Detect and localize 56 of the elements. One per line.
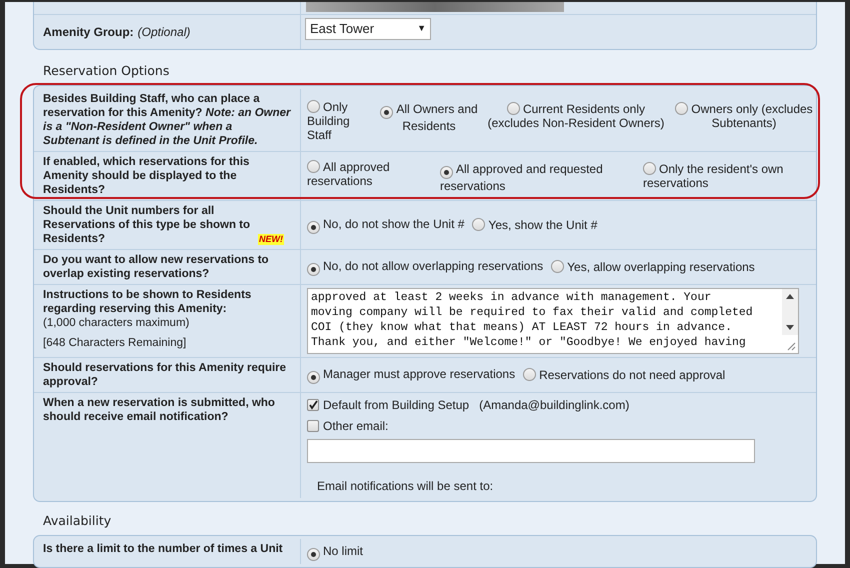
radio-option[interactable]: All Owners and Residents [380, 100, 478, 133]
section-heading: Reservation Options [42, 62, 170, 80]
radio-option[interactable]: No limit [307, 542, 364, 560]
instructions-textarea[interactable]: approved at least 2 weeks in advance with management. Your moving company will be required to fax their valid and completed COI (they know what that means) AT LEAST 72 hours in advance. Thank you, and either "Welcome!" or "Goodbye! We enjoyed having [307, 288, 799, 354]
checkbox-option[interactable]: Default from Building Setup (Amanda@buildinglink.com) [307, 396, 755, 414]
radio-button[interactable] [307, 263, 320, 276]
resize-grip-icon[interactable] [787, 342, 796, 351]
question-label: Should the Unit numbers for all Reservations of this type be shown to Residents? [43, 204, 252, 246]
note-text: (1,000 characters maximum) [43, 316, 190, 330]
radio-option[interactable]: Owners only (excludes Subtenants) [674, 100, 814, 130]
checkmark-icon [308, 400, 318, 410]
radio-button[interactable] [472, 218, 486, 231]
radio-button[interactable] [551, 260, 564, 273]
amenity-group-label: Amenity Group: [43, 25, 134, 39]
checkbox[interactable] [307, 420, 319, 432]
radio-button[interactable] [307, 371, 320, 384]
checkbox[interactable] [307, 398, 319, 411]
question-label: When a new reservation is submitted, who should receive email notification? [43, 396, 276, 424]
scrollbar[interactable] [782, 288, 798, 335]
radio-option[interactable]: No, do not show the Unit # [307, 215, 464, 234]
radio-button[interactable] [506, 102, 520, 115]
radio-button[interactable] [307, 548, 320, 560]
question-label: Is there a limit to the number of times a Unit [43, 542, 283, 556]
scroll-down-icon[interactable] [786, 324, 794, 330]
amenity-group-dropdown[interactable]: East Tower ▼ [305, 18, 431, 40]
radio-option[interactable]: All approved reservations [307, 160, 437, 188]
radio-option[interactable]: Only Building Staff [307, 100, 377, 142]
radio-button[interactable] [307, 100, 320, 113]
email-recipients-note: Email notifications will be sent to: [317, 478, 494, 495]
scroll-up-icon[interactable] [786, 294, 794, 299]
radio-option[interactable]: Yes, allow overlapping reservations [551, 258, 755, 276]
section-heading: Availability [42, 512, 112, 530]
radio-option[interactable]: Manager must approve reservations [307, 365, 516, 384]
question-label: If enabled, which reservations for this Amenity should be displayed to the Residents? [43, 154, 250, 197]
radio-button[interactable] [675, 102, 688, 115]
radio-option[interactable]: Current Residents only (excludes Non-Resident Owners) [481, 100, 671, 130]
radio-option[interactable]: Reservations do not need approval [523, 366, 726, 384]
radio-button[interactable] [643, 162, 656, 176]
radio-option[interactable]: All approved and requested reservations [440, 160, 640, 194]
radio-option[interactable]: Yes, show the Unit # [472, 216, 598, 234]
optional-hint: (Optional) [138, 25, 190, 39]
radio-option[interactable]: No, do not allow overlapping reservations [307, 257, 544, 276]
checkbox-option[interactable]: Other email: [307, 416, 755, 435]
question-label: Instructions to be shown to Residents regarding reserving this Amenity: [43, 288, 252, 316]
question-label: Should reservations for this Amenity require approval? [43, 360, 288, 389]
radio-option[interactable]: Only the resident's own reservations [643, 160, 803, 190]
radio-button[interactable] [307, 221, 320, 234]
question-label: Do you want to allow new reservations to overlap existing reservations? [43, 252, 270, 281]
note-text: [648 Characters Remaining] [43, 336, 188, 350]
radio-button[interactable] [307, 160, 320, 174]
radio-button[interactable] [440, 166, 453, 180]
radio-button[interactable] [380, 106, 394, 119]
radio-button[interactable] [523, 368, 536, 381]
email-input-field[interactable] [307, 438, 755, 463]
new-badge: NEW! [258, 234, 284, 245]
question-label: Besides Building Staff, who can place a reservation for this Amenity? Note: an Owner is a "Non-Resident Owner" when a Subtenant is defined in the Unit Profile. [43, 92, 291, 148]
